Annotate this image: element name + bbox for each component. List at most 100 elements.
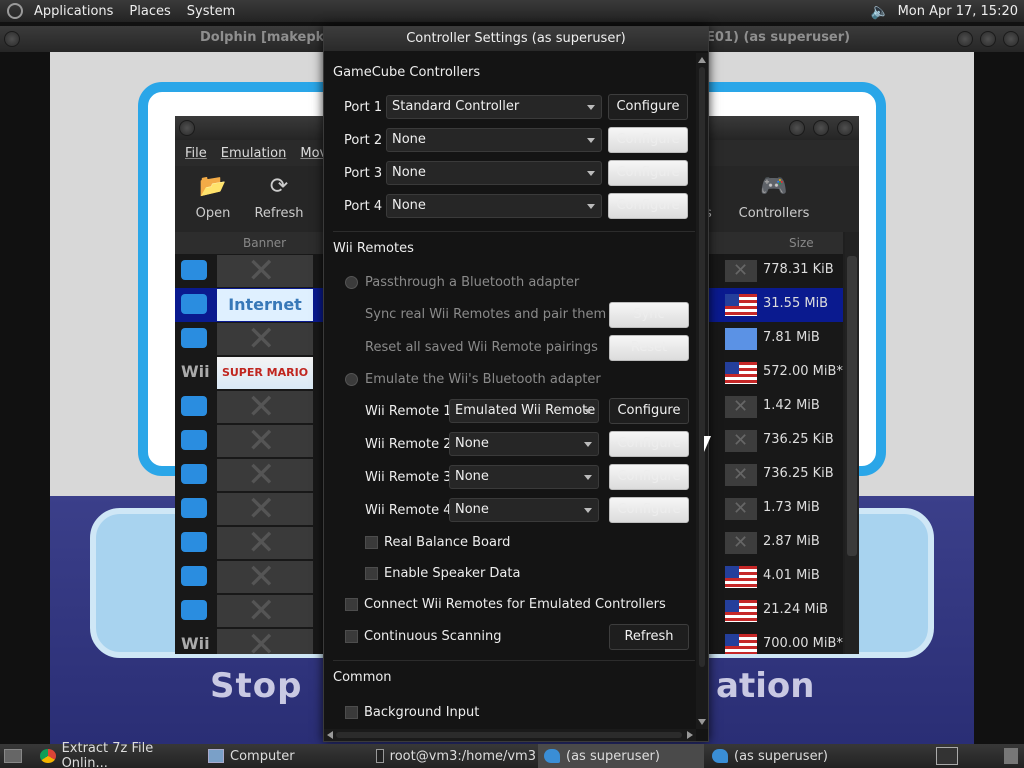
no-banner-icon xyxy=(217,387,313,427)
maximize-button[interactable] xyxy=(980,31,996,47)
refresh-button[interactable]: Refresh xyxy=(609,624,689,650)
file-size: 778.31 KiB xyxy=(763,262,834,277)
file-size: 21.24 MiB xyxy=(763,602,829,617)
background-input-label[interactable]: Background Input xyxy=(364,705,479,720)
menu-emulation[interactable]: Emulation xyxy=(221,146,287,161)
chevron-down-icon xyxy=(587,105,595,110)
speaker-data-label[interactable]: Enable Speaker Data xyxy=(384,566,520,581)
taskbar-item-dolphin-1[interactable]: (as superuser) xyxy=(538,744,704,768)
refresh-button[interactable]: ⟳ Refresh xyxy=(249,172,309,222)
close-button[interactable] xyxy=(1003,31,1019,47)
window-menu-button[interactable] xyxy=(179,120,195,136)
trash-icon[interactable] xyxy=(1004,748,1018,764)
connect-emulated-checkbox[interactable] xyxy=(345,598,358,611)
wii-remote-3-select[interactable]: None xyxy=(449,465,599,489)
port-1-configure-button[interactable]: Configure xyxy=(608,94,688,120)
minimize-button[interactable] xyxy=(957,31,973,47)
taskbar-item-terminal[interactable]: root@vm3:/home/vm3 xyxy=(370,744,536,768)
scroll-down-icon[interactable] xyxy=(698,719,706,725)
column-banner[interactable]: Banner xyxy=(243,236,286,250)
hscroll-thumb[interactable] xyxy=(336,732,682,738)
menu-file[interactable]: File xyxy=(185,146,207,161)
no-banner-icon xyxy=(217,523,313,563)
wii-remote-2-select[interactable]: None xyxy=(449,432,599,456)
port-3-value: None xyxy=(392,165,426,180)
bottom-taskbar: Extract 7z File Onlin... Computer root@v… xyxy=(0,741,1024,768)
game-banner: Internet xyxy=(217,289,313,321)
wii-remote-1-configure-button[interactable]: Configure xyxy=(609,398,689,424)
clock[interactable]: Mon Apr 17, 15:20 xyxy=(898,4,1018,19)
wii-remote-3-configure-button: Configure xyxy=(609,464,689,490)
port-1-select[interactable]: Standard Controller xyxy=(386,95,602,119)
file-size: 1.42 MiB xyxy=(763,398,820,413)
maximize-button[interactable] xyxy=(813,120,829,136)
open-button[interactable]: 📂 Open xyxy=(183,172,243,222)
volume-icon[interactable]: 🔈 xyxy=(871,2,890,20)
no-banner-icon xyxy=(217,489,313,529)
file-size: 2.87 MiB xyxy=(763,534,820,549)
distro-logo-icon[interactable] xyxy=(4,0,26,22)
wii-remote-1-select[interactable]: Emulated Wii Remote xyxy=(449,399,599,423)
workspace-switcher[interactable] xyxy=(936,747,958,765)
speaker-data-checkbox[interactable] xyxy=(365,567,378,580)
us-flag-icon xyxy=(725,600,757,622)
menu-system[interactable]: System xyxy=(179,4,243,19)
folder-icon: 📂 xyxy=(199,173,227,199)
un-flag-icon xyxy=(725,328,757,350)
port-1-value: Standard Controller xyxy=(392,99,520,114)
platform-label: Wii xyxy=(181,362,210,381)
continuous-scanning-checkbox[interactable] xyxy=(345,630,358,643)
no-banner-icon xyxy=(217,625,313,654)
close-button[interactable] xyxy=(837,120,853,136)
balance-board-label[interactable]: Real Balance Board xyxy=(384,535,510,550)
continuous-scanning-label[interactable]: Continuous Scanning xyxy=(364,629,502,644)
file-size: 7.81 MiB xyxy=(763,330,820,345)
scroll-up-icon[interactable] xyxy=(698,57,706,63)
refresh-label: Refresh xyxy=(254,206,304,221)
balance-board-checkbox[interactable] xyxy=(365,536,378,549)
dialog-title[interactable]: Controller Settings (as superuser) xyxy=(324,27,708,51)
window-menu-button[interactable] xyxy=(4,31,20,47)
no-banner-icon xyxy=(217,557,313,597)
taskbar-item-dolphin-2[interactable]: (as superuser) xyxy=(706,744,872,768)
taskbar-item-computer[interactable]: Computer xyxy=(202,744,368,768)
menu-places[interactable]: Places xyxy=(121,4,178,19)
show-desktop-icon[interactable] xyxy=(4,749,22,763)
emulate-radio[interactable] xyxy=(345,373,358,386)
port-3-select[interactable]: None xyxy=(386,161,602,185)
scroll-left-icon[interactable] xyxy=(327,731,333,739)
unknown-region-icon xyxy=(725,464,757,486)
background-input-checkbox[interactable] xyxy=(345,706,358,719)
connect-emulated-label[interactable]: Connect Wii Remotes for Emulated Control… xyxy=(364,597,666,612)
scroll-thumb[interactable] xyxy=(699,67,705,667)
taskbar-item-browser[interactable]: Extract 7z File Onlin... xyxy=(34,741,200,768)
emulate-label[interactable]: Emulate the Wii's Bluetooth adapter xyxy=(365,372,601,387)
taskbar-item-label: Computer xyxy=(230,748,295,764)
chevron-down-icon xyxy=(584,475,592,480)
dialog-vertical-scrollbar[interactable] xyxy=(696,53,708,729)
section-divider xyxy=(333,231,695,232)
wii-remote-4-select[interactable]: None xyxy=(449,498,599,522)
minimize-button[interactable] xyxy=(789,120,805,136)
column-size[interactable]: Size xyxy=(789,236,814,250)
no-banner-icon xyxy=(217,319,313,359)
render-window-title: Dolphin [makepkg] xyxy=(200,30,340,45)
taskbar-item-label: (as superuser) xyxy=(566,748,660,764)
port-4-select[interactable]: None xyxy=(386,194,602,218)
gamepad-icon: 🎮 xyxy=(760,173,788,199)
controllers-label: Controllers xyxy=(738,206,810,221)
scroll-right-icon[interactable] xyxy=(687,731,693,739)
controllers-button[interactable]: 🎮 Controllers xyxy=(737,172,811,222)
wii-remote-1-value: Emulated Wii Remote xyxy=(455,403,596,418)
unknown-region-icon xyxy=(725,430,757,452)
port-2-select[interactable]: None xyxy=(386,128,602,152)
dialog-horizontal-scrollbar[interactable] xyxy=(324,729,696,741)
passthrough-radio[interactable] xyxy=(345,276,358,289)
menu-applications[interactable]: Applications xyxy=(26,4,121,19)
passthrough-label[interactable]: Passthrough a Bluetooth adapter xyxy=(365,275,579,290)
wii-remote-4-configure-button: Configure xyxy=(609,497,689,523)
wiiware-icon xyxy=(181,566,207,586)
game-list-scrollbar[interactable] xyxy=(845,232,859,654)
wiiware-icon xyxy=(181,260,207,280)
chevron-down-icon xyxy=(587,138,595,143)
